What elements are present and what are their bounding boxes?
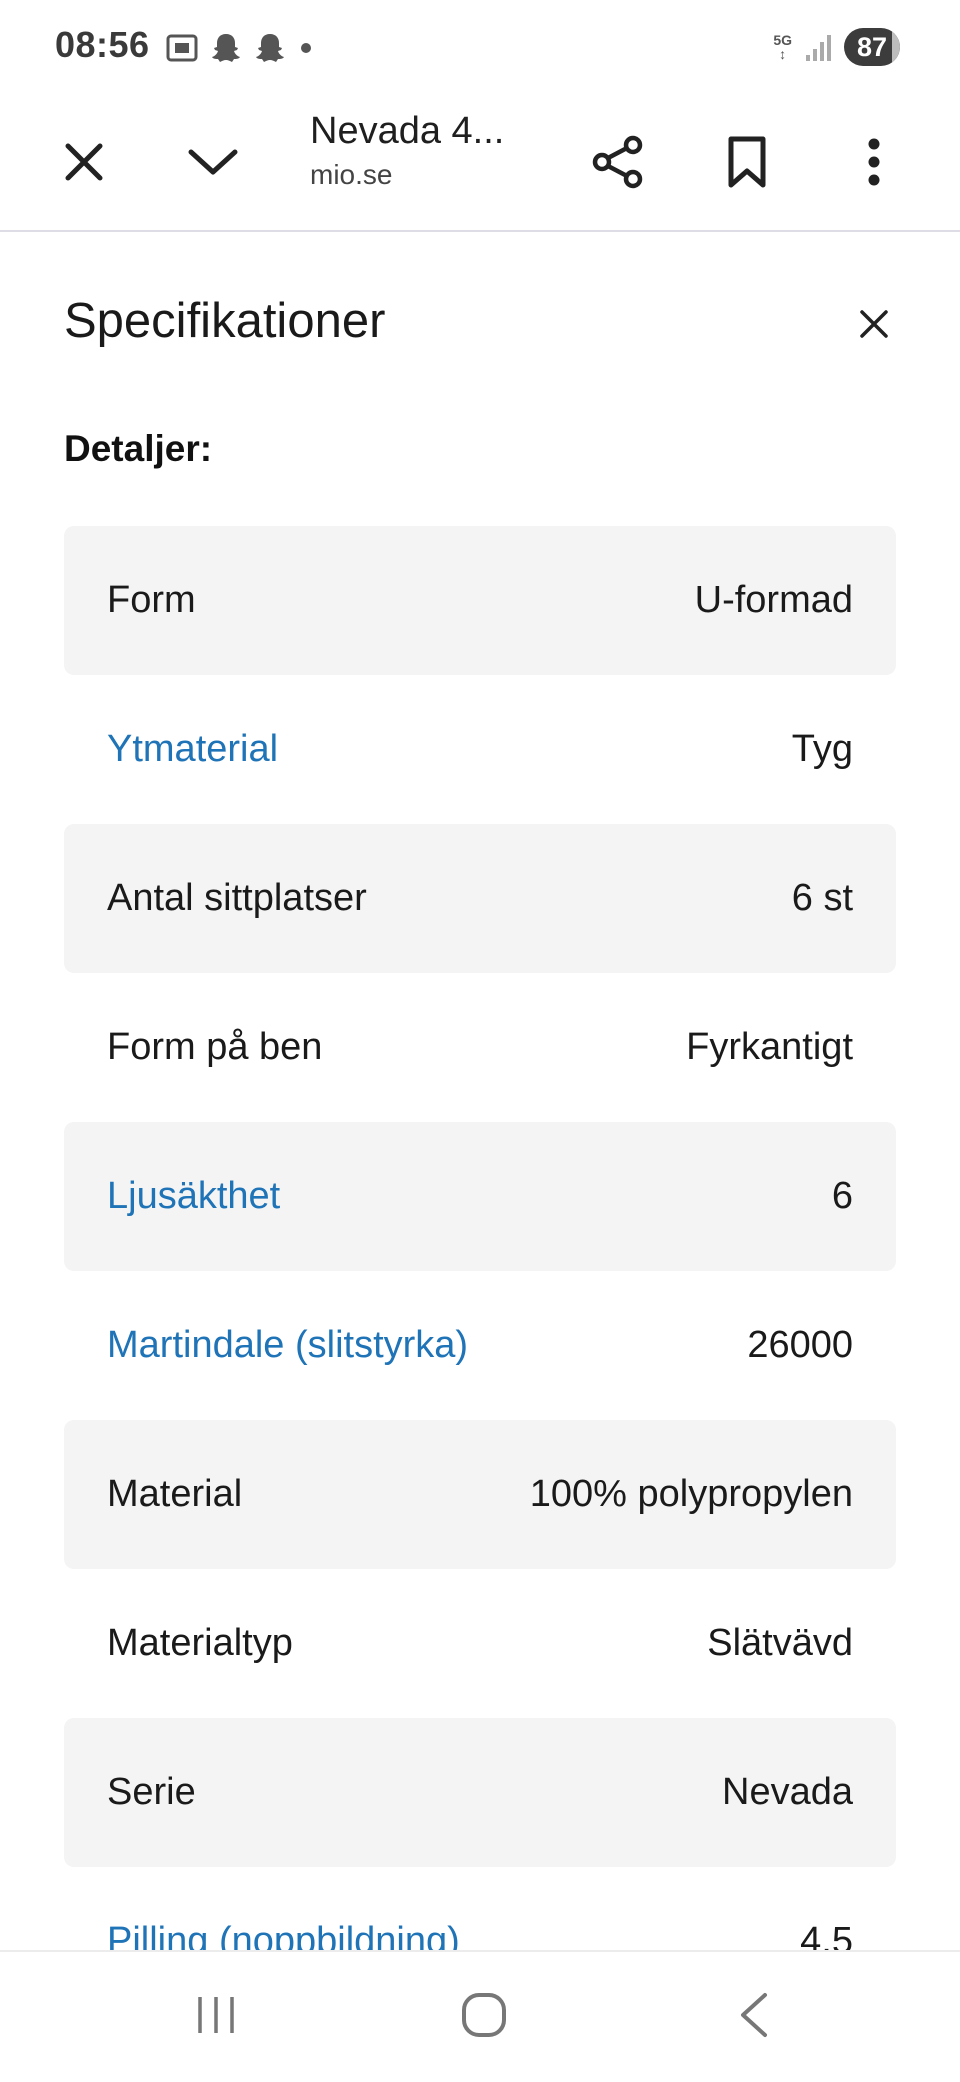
more-options-button[interactable] [836,124,912,200]
spec-label: Antal sittplatser [107,877,367,919]
status-right: 5G ↕ 87 [773,28,900,66]
snapchat-icon [256,34,284,62]
panel-heading: Specifikationer [64,294,386,348]
spec-value: 6 st [791,877,853,919]
spec-label: Form på ben [107,1026,323,1068]
page-title-block[interactable]: Nevada 4... mio.se [310,110,570,191]
screenshot-icon [166,34,198,62]
more-vert-icon [868,138,880,186]
dot-icon [301,43,311,53]
page-url: mio.se [310,159,393,190]
spec-label: Materialtyp [107,1622,293,1664]
battery-level: 87 [856,31,888,62]
minimize-button[interactable] [175,124,251,200]
browser-toolbar: Nevada 4... mio.se [0,96,960,232]
home-button[interactable] [444,1980,524,2050]
spec-label-link[interactable]: Martindale (slitstyrka) [107,1324,468,1367]
share-icon [592,135,643,189]
notification-icons [164,30,316,66]
spec-row: Serie Nevada [64,1718,896,1867]
home-icon [462,1993,506,2037]
status-bar: 08:56 5G ↕ 87 [0,0,960,96]
spec-row[interactable]: Ljusäkthet 6 [64,1122,896,1271]
section-title: Detaljer: [64,428,213,469]
signal-icon [806,35,831,61]
close-icon [65,143,103,181]
spec-value: Fyrkantigt [686,1026,853,1068]
page-title: Nevada 4... [310,110,505,152]
spec-row: Materialtyp Slätvävd [64,1569,896,1718]
spec-value: U-formad [694,579,853,621]
share-button[interactable] [580,124,656,200]
spec-value: 6 [831,1175,853,1217]
snapchat-icon [212,34,240,62]
data-arrows-icon: ↕ [779,46,787,62]
spec-value: 100% polypropylen [529,1473,853,1515]
close-panel-button[interactable] [852,302,896,346]
battery-indicator: 87 [844,28,900,66]
status-time: 08:56 [55,24,150,65]
spec-row[interactable]: Martindale (slitstyrka) 26000 [64,1271,896,1420]
network-indicator: 5G ↕ [773,33,792,61]
system-nav-bar [0,1950,960,2082]
back-icon [741,1993,767,2037]
spec-list: Form U-formad Ytmaterial Tyg Antal sittplats… [64,526,896,2016]
spec-row: Antal sittplatser 6 st [64,824,896,973]
back-button[interactable] [714,1980,794,2050]
spec-label-link[interactable]: Ljusäkthet [107,1175,280,1218]
recent-apps-icon [198,1997,234,2033]
spec-row: Form U-formad [64,526,896,675]
spec-value: Slätvävd [707,1622,853,1664]
close-tab-button[interactable] [46,124,122,200]
spec-label: Serie [107,1771,196,1813]
spec-label: Material [107,1473,243,1515]
chevron-down-icon [188,149,238,175]
bookmark-icon [728,136,766,188]
recent-apps-button[interactable] [176,1980,256,2050]
close-icon [860,310,888,338]
spec-value: Tyg [791,728,853,770]
spec-row: Form på ben Fyrkantigt [64,973,896,1122]
spec-label-link[interactable]: Ytmaterial [107,728,278,771]
spec-label: Form [107,579,196,621]
spec-row[interactable]: Ytmaterial Tyg [64,675,896,824]
spec-value: 26000 [747,1324,853,1366]
bookmark-button[interactable] [709,124,785,200]
network-type: 5G [773,32,792,48]
spec-row: Material 100% polypropylen [64,1420,896,1569]
spec-value: Nevada [722,1771,853,1813]
